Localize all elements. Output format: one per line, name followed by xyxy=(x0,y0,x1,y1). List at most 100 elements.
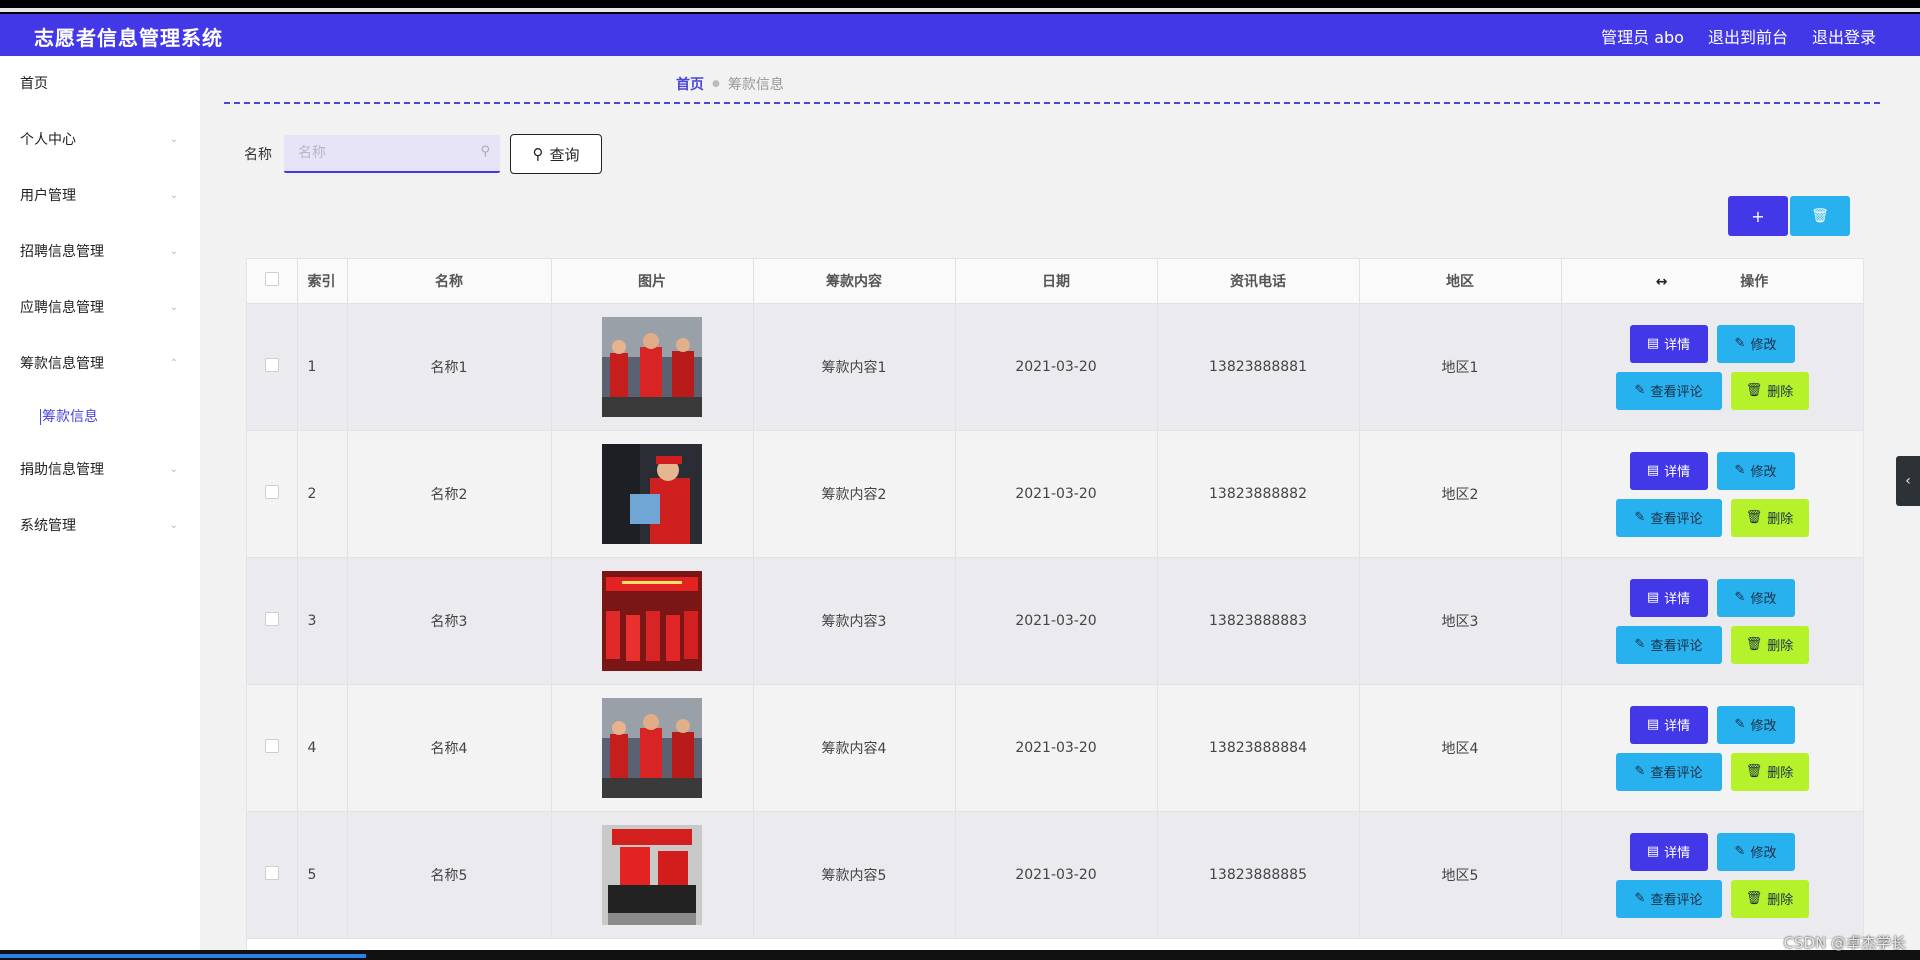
sidebar-item-fundraising[interactable]: 筹款信息管理 ⌃ xyxy=(0,336,200,392)
sidebar-item-recruitment[interactable]: 招聘信息管理 ⌄ xyxy=(0,224,200,280)
column-header: 索引 xyxy=(297,259,348,304)
row-checkbox[interactable] xyxy=(264,866,279,880)
volunteer-photo xyxy=(602,698,702,798)
sidebar-item-donation[interactable]: 捐助信息管理 ⌄ xyxy=(0,442,200,498)
edit-button[interactable]: ✎ 修改 xyxy=(1716,705,1795,744)
row-actions: ▤ 详情 ✎ 修改 ✎ 查看评论 🗑 删除 xyxy=(1562,578,1863,664)
column-header: 日期 xyxy=(955,259,1158,304)
trash-icon: 🗑 xyxy=(1745,383,1763,398)
column-resize-icon[interactable]: ↔ xyxy=(1656,274,1668,290)
search-input[interactable] xyxy=(284,135,480,171)
sidebar-item-user-management[interactable]: 用户管理 ⌄ xyxy=(0,168,200,224)
edit-button[interactable]: ✎ 修改 xyxy=(1716,324,1795,363)
volunteer-photo xyxy=(602,317,702,417)
edit-label: 修改 xyxy=(1750,465,1777,480)
chevron-down-icon: ⌄ xyxy=(169,520,178,531)
sidebar-item-label: 用户管理 xyxy=(20,188,76,204)
search-row: 名称 ⚲ ⚲ 查询 xyxy=(244,134,602,174)
delete-button[interactable]: 🗑 删除 xyxy=(1730,625,1809,664)
view-comments-button[interactable]: ✎ 查看评论 xyxy=(1615,752,1722,791)
search-label: 名称 xyxy=(244,147,272,163)
cell-image xyxy=(551,811,754,939)
watermark: CSDN @卓杰学长 xyxy=(1783,934,1906,952)
row-actions-line: ▤ 详情 ✎ 修改 xyxy=(1629,705,1795,744)
app-header: 志愿者信息管理系统 管理员 abo 退出到前台 退出登录 xyxy=(0,14,1920,56)
cell-date: 2021-03-20 xyxy=(955,303,1158,431)
admin-user-link[interactable]: 管理员 abo xyxy=(1601,24,1684,48)
detail-button[interactable]: ▤ 详情 xyxy=(1629,832,1708,871)
query-button[interactable]: ⚲ 查询 xyxy=(510,134,602,174)
side-panel-toggle[interactable]: ‹ xyxy=(1896,456,1920,506)
volunteer-photo xyxy=(602,825,702,925)
column-header: 操作 xyxy=(1740,274,1769,290)
cell-region: 地区1 xyxy=(1359,303,1562,431)
row-actions-line: ▤ 详情 ✎ 修改 xyxy=(1629,832,1795,871)
delete-button[interactable]: 🗑 删除 xyxy=(1730,498,1809,537)
sidebar-item-application[interactable]: 应聘信息管理 ⌄ xyxy=(0,280,200,336)
cell-content: 筹款内容3 xyxy=(753,557,956,685)
chevron-down-icon: ⌄ xyxy=(169,246,178,257)
row-checkbox[interactable] xyxy=(264,739,279,753)
batch-delete-button[interactable]: 🗑 xyxy=(1790,196,1850,236)
cell-region: 地区5 xyxy=(1359,811,1562,939)
document-icon: ▤ xyxy=(1646,717,1660,732)
sidebar-item-home[interactable]: 首页 xyxy=(0,56,200,112)
sidebar-item-label: 系统管理 xyxy=(20,518,76,534)
chevron-up-icon: ⌃ xyxy=(169,358,178,369)
edit-label: 修改 xyxy=(1750,846,1777,861)
detail-button[interactable]: ▤ 详情 xyxy=(1629,705,1708,744)
chevron-down-icon: ⌄ xyxy=(169,302,178,313)
trash-icon: 🗑 xyxy=(1745,891,1763,906)
edit-button[interactable]: ✎ 修改 xyxy=(1716,578,1795,617)
add-button[interactable]: + xyxy=(1728,196,1788,236)
table-row: 5 名称5 筹款内容5 2021-03-20 13823888885 地区5 ▤ 详情 ✎ 修改 ✎… xyxy=(247,811,1863,939)
cell-name: 名称5 xyxy=(347,811,552,939)
sidebar-item-personal-center[interactable]: 个人中心 ⌄ xyxy=(0,112,200,168)
row-checkbox[interactable] xyxy=(264,358,279,372)
actions-header-cell: ↔ 操作 xyxy=(1561,259,1863,304)
detail-button[interactable]: ▤ 详情 xyxy=(1629,324,1708,363)
sidebar-subitem-label: 筹款信息 xyxy=(40,409,98,425)
logout-link[interactable]: 退出登录 xyxy=(1812,24,1876,48)
detail-button[interactable]: ▤ 详情 xyxy=(1629,451,1708,490)
sidebar-item-label: 个人中心 xyxy=(20,132,76,148)
cell-name: 名称1 xyxy=(347,303,552,431)
delete-button[interactable]: 🗑 删除 xyxy=(1730,752,1809,791)
cell-index: 5 xyxy=(297,811,348,939)
row-checkbox[interactable] xyxy=(264,485,279,499)
view-comments-button[interactable]: ✎ 查看评论 xyxy=(1615,371,1722,410)
video-progress-bar[interactable] xyxy=(0,950,1920,960)
row-checkbox[interactable] xyxy=(264,612,279,626)
chevron-down-icon: ⌄ xyxy=(169,464,178,475)
select-all-checkbox[interactable] xyxy=(264,272,279,286)
delete-button[interactable]: 🗑 删除 xyxy=(1730,371,1809,410)
query-button-label: 查询 xyxy=(549,145,580,164)
edit-label: 修改 xyxy=(1750,719,1777,734)
row-actions-line: ✎ 查看评论 🗑 删除 xyxy=(1615,879,1809,918)
edit-button[interactable]: ✎ 修改 xyxy=(1716,451,1795,490)
view-comments-button[interactable]: ✎ 查看评论 xyxy=(1615,498,1722,537)
delete-button[interactable]: 🗑 删除 xyxy=(1730,879,1809,918)
column-header: 名称 xyxy=(347,259,552,304)
detail-button[interactable]: ▤ 详情 xyxy=(1629,578,1708,617)
breadcrumb-current: 筹款信息 xyxy=(727,77,784,93)
view-comments-button[interactable]: ✎ 查看评论 xyxy=(1615,625,1722,664)
row-actions-line: ✎ 查看评论 🗑 删除 xyxy=(1615,371,1809,410)
comment-label: 查看评论 xyxy=(1650,893,1703,908)
edit-button[interactable]: ✎ 修改 xyxy=(1716,832,1795,871)
document-icon: ▤ xyxy=(1646,463,1660,478)
sidebar-subitem-fundraising-info[interactable]: 筹款信息 xyxy=(0,392,200,442)
table-row: 1 名称1 筹款内容1 2021-03-20 13823888881 地区1 ▤ 详情 ✎ 修改 ✎… xyxy=(247,303,1863,431)
exit-front-link[interactable]: 退出到前台 xyxy=(1708,24,1788,48)
row-select-cell xyxy=(247,557,298,685)
row-select-cell xyxy=(247,303,298,431)
pencil-icon: ✎ xyxy=(1634,510,1646,525)
cell-content: 筹款内容2 xyxy=(753,430,956,558)
breadcrumb-home[interactable]: 首页 xyxy=(676,74,704,94)
table-row: 2 名称2 筹款内容2 2021-03-20 13823888882 地区2 ▤ 详情 ✎ 修改 ✎… xyxy=(247,430,1863,558)
cell-actions: ▤ 详情 ✎ 修改 ✎ 查看评论 🗑 删除 xyxy=(1561,557,1863,685)
sidebar-item-system[interactable]: 系统管理 ⌄ xyxy=(0,498,200,554)
pencil-icon: ✎ xyxy=(1634,383,1646,398)
view-comments-button[interactable]: ✎ 查看评论 xyxy=(1615,879,1722,918)
cell-date: 2021-03-20 xyxy=(955,811,1158,939)
